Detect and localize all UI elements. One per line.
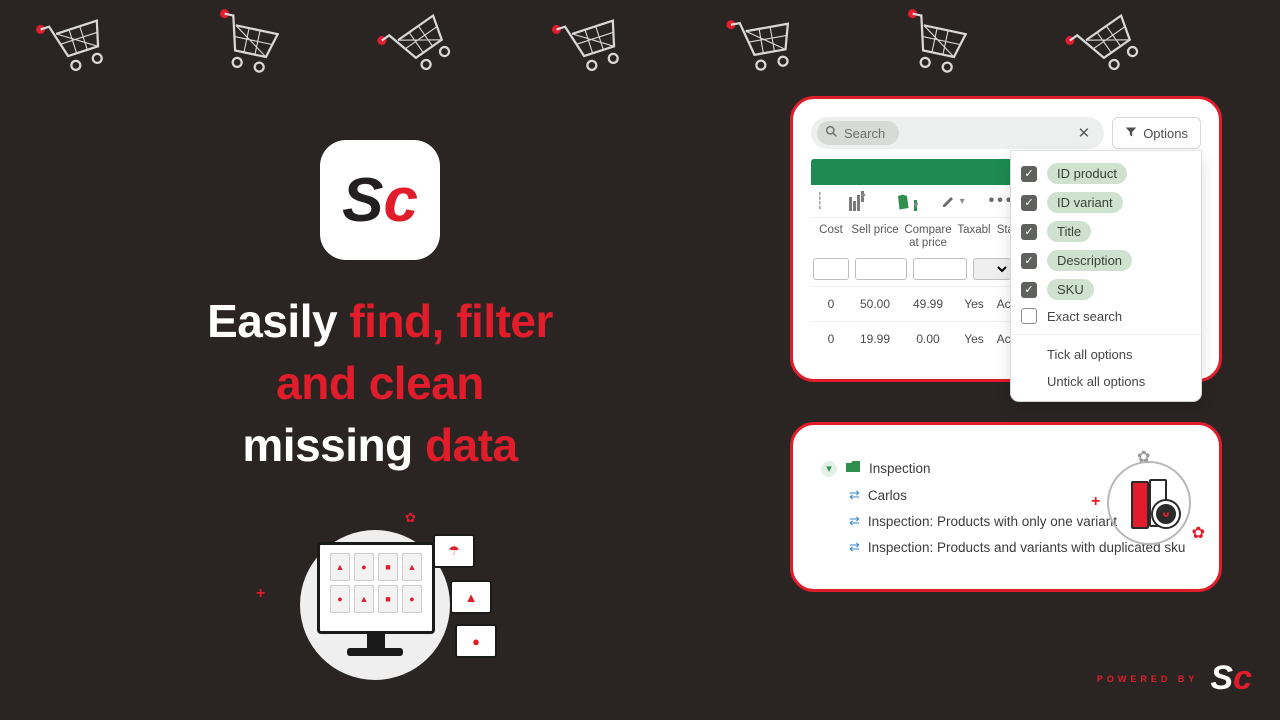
headline: Easily find, filter and clean missing da… xyxy=(150,290,610,476)
filter-input-sell[interactable] xyxy=(855,258,907,280)
table-row[interactable]: 0 50.00 49.99 Yes Active xyxy=(811,286,1021,321)
chevron-down-icon: ▾ xyxy=(821,461,837,477)
tick-all-button[interactable]: Tick all options xyxy=(1021,341,1191,368)
powered-by-logo: Sc xyxy=(1210,659,1252,698)
tree-item-label: Inspection: Products with only one varia… xyxy=(868,514,1117,529)
column-header-sell-price[interactable]: Sell price xyxy=(849,224,901,250)
app-logo: Sc xyxy=(320,140,440,260)
books-illustration: + ✿ ✿ xyxy=(1101,455,1197,551)
divider xyxy=(1011,334,1201,335)
dropdown-item-id-product[interactable]: ✓ ID product xyxy=(1021,159,1191,188)
powered-by-label: POWERED BY xyxy=(1097,674,1199,684)
checkbox-checked-icon: ✓ xyxy=(1021,166,1037,182)
checkbox-unchecked-icon xyxy=(1021,308,1037,324)
filter-input-cost[interactable] xyxy=(813,258,849,280)
options-button[interactable]: Options xyxy=(1112,117,1201,149)
divider-icon: ┊ xyxy=(815,191,825,211)
tree-item-label: Carlos xyxy=(868,488,907,503)
column-header-taxable[interactable]: Taxabl xyxy=(955,224,993,250)
cart-icon xyxy=(372,0,468,91)
logo-c: c xyxy=(383,165,417,236)
data-table: Cost Sell price Compareat price Taxabl S… xyxy=(811,218,1021,356)
table-row[interactable]: 0 19.99 0.00 Yes Active xyxy=(811,321,1021,356)
cart-icon xyxy=(548,2,636,85)
tree-folder-label: Inspection xyxy=(869,461,931,476)
search-icon xyxy=(825,125,838,141)
options-label: Options xyxy=(1143,126,1188,141)
checkbox-checked-icon: ✓ xyxy=(1021,253,1037,269)
checkbox-checked-icon: ✓ xyxy=(1021,282,1037,298)
logo-s: S xyxy=(342,165,383,236)
dropdown-item-id-variant[interactable]: ✓ ID variant xyxy=(1021,188,1191,217)
column-header-cost[interactable]: Cost xyxy=(813,224,849,250)
filter-icon xyxy=(1125,126,1137,141)
search-filter-panel: Search ✕ Options ┊ ▾ ▾ ▾ •••▾ Cost Sell … xyxy=(790,96,1222,382)
filter-select-taxable[interactable] xyxy=(973,258,1011,280)
cart-icon xyxy=(32,2,120,85)
untick-all-button[interactable]: Untick all options xyxy=(1021,368,1191,395)
dropdown-item-exact-search[interactable]: Exact search xyxy=(1021,304,1191,328)
folder-icon xyxy=(845,460,861,477)
clear-search-button[interactable]: ✕ xyxy=(1070,124,1099,142)
options-dropdown: ✓ ID product ✓ ID variant ✓ Title ✓ Desc… xyxy=(1011,151,1201,401)
columns-tool-icon[interactable]: ▾ xyxy=(849,191,871,211)
filter-input-compare[interactable] xyxy=(913,258,967,280)
computer-illustration: ▲●■▲●▲■● ☂ ▲ ● xyxy=(255,520,525,690)
cart-decoration-row xyxy=(0,12,1280,76)
search-field[interactable]: Search ✕ xyxy=(811,117,1104,149)
edit-tool-icon[interactable]: ▾ xyxy=(941,193,965,209)
inspection-tree-panel: ▾ Inspection ⇄ Carlos ⇄ Inspection: Prod… xyxy=(790,422,1222,592)
refresh-icon: ⇄ xyxy=(849,487,860,503)
refresh-icon: ⇄ xyxy=(849,539,860,555)
cart-icon xyxy=(894,5,978,83)
cart-icon xyxy=(723,6,805,82)
cart-icon xyxy=(206,5,290,83)
column-header-compare[interactable]: Compareat price xyxy=(901,224,955,250)
dropdown-item-sku[interactable]: ✓ SKU xyxy=(1021,275,1191,304)
powered-by: POWERED BY Sc xyxy=(1097,659,1252,698)
shopify-tool-icon[interactable]: ▾ xyxy=(895,191,917,211)
dropdown-item-title[interactable]: ✓ Title xyxy=(1021,217,1191,246)
checkbox-checked-icon: ✓ xyxy=(1021,195,1037,211)
dropdown-item-description[interactable]: ✓ Description xyxy=(1021,246,1191,275)
search-placeholder: Search xyxy=(844,126,885,141)
checkbox-checked-icon: ✓ xyxy=(1021,224,1037,240)
cart-icon xyxy=(1060,0,1156,91)
refresh-icon: ⇄ xyxy=(849,513,860,529)
